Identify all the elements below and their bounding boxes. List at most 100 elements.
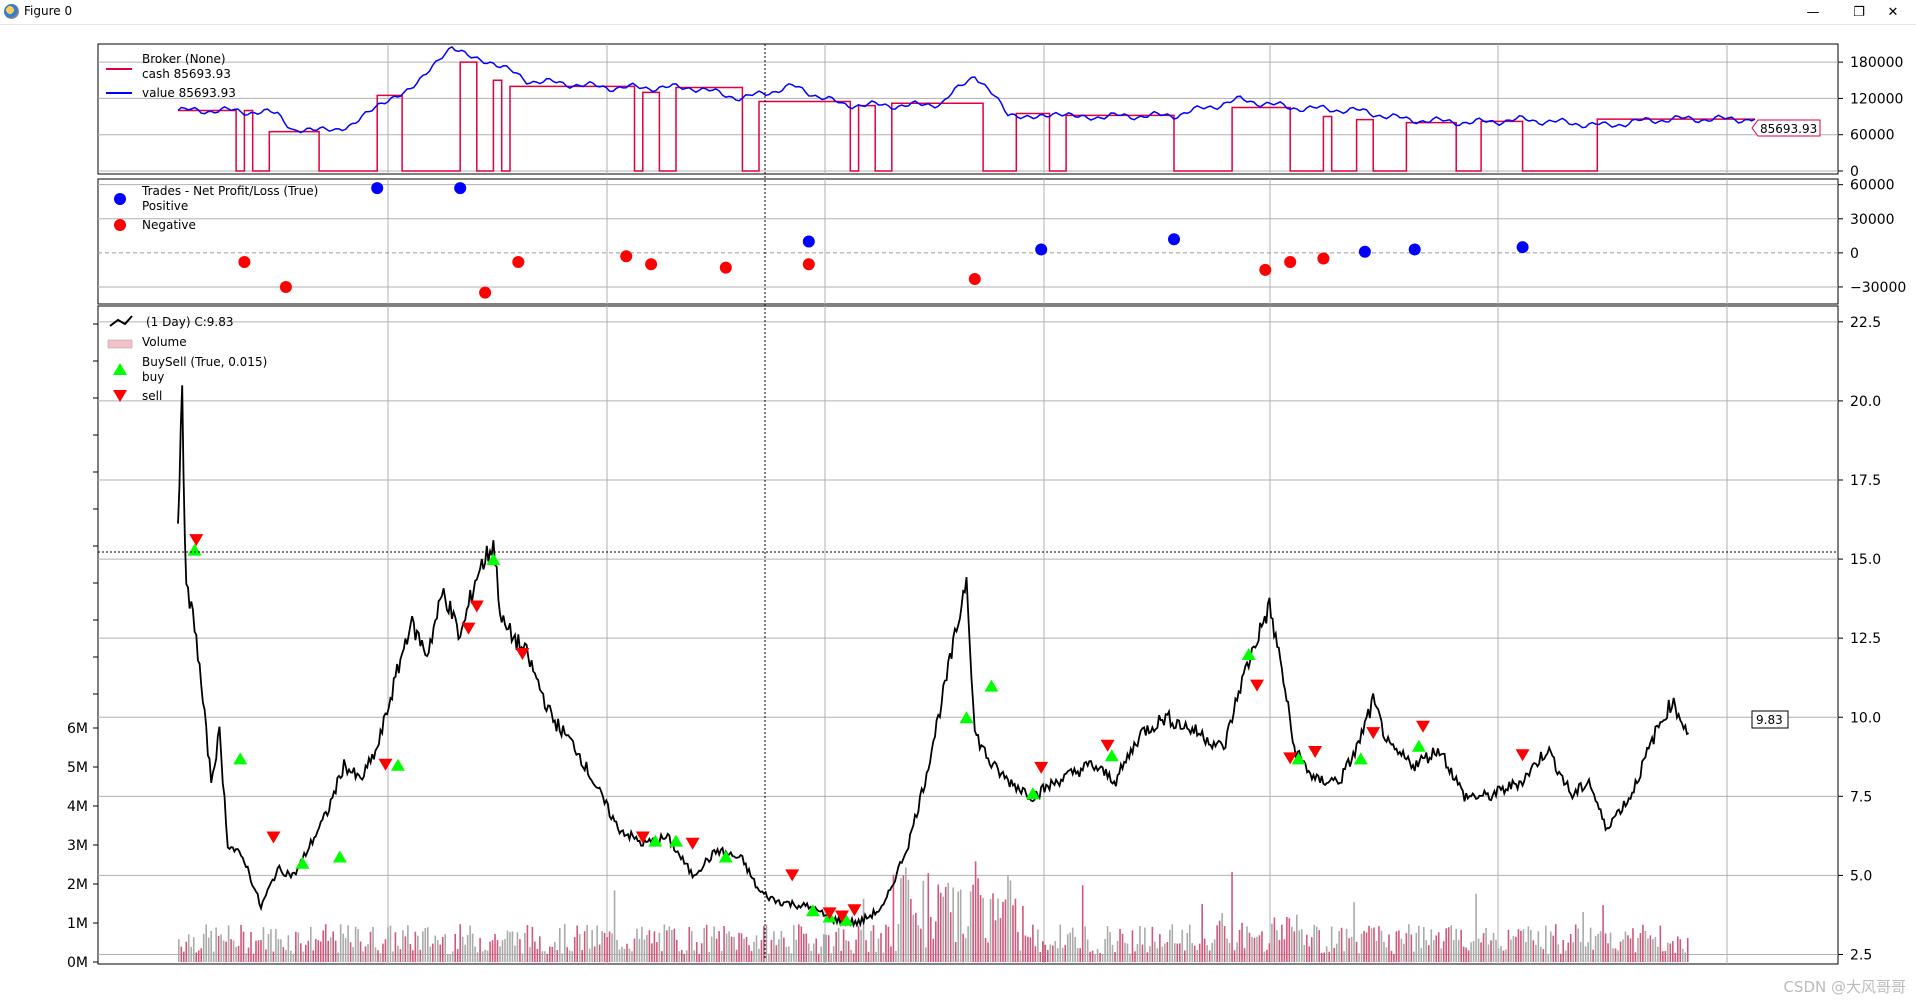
volume-bar bbox=[1268, 943, 1271, 962]
volume-bar bbox=[1266, 949, 1268, 962]
sell-marker bbox=[685, 837, 700, 850]
volume-bar bbox=[202, 933, 205, 962]
volume-bar bbox=[1465, 947, 1467, 962]
volume-bar bbox=[1584, 946, 1587, 962]
volume-bar bbox=[1248, 932, 1251, 962]
price-y-tick-label: 7.5 bbox=[1850, 789, 1872, 805]
volume-bar bbox=[1201, 904, 1203, 962]
volume-bar bbox=[656, 942, 658, 962]
volume-bar bbox=[1467, 950, 1470, 962]
price-panel-frame bbox=[97, 305, 1839, 965]
volume-bar bbox=[344, 938, 347, 962]
volume-bar bbox=[603, 932, 606, 962]
buy-marker bbox=[1104, 749, 1119, 762]
volume-bar bbox=[235, 946, 237, 962]
volume-bar bbox=[561, 953, 564, 962]
volume-bar bbox=[1475, 893, 1477, 962]
volume-bar bbox=[912, 914, 915, 962]
volume-bar bbox=[573, 937, 576, 962]
negative-legend-label: Negative bbox=[142, 218, 196, 232]
volume-bar bbox=[417, 935, 419, 962]
volume-bar bbox=[1051, 945, 1054, 962]
volume-bar bbox=[939, 892, 942, 962]
volume-bar bbox=[1009, 880, 1012, 962]
volume-bar bbox=[1497, 948, 1500, 962]
volume-bar bbox=[536, 948, 539, 962]
volume-bar bbox=[1542, 949, 1545, 962]
volume-bar bbox=[718, 931, 720, 962]
negative-trade-point bbox=[645, 258, 658, 271]
volume-bar bbox=[456, 948, 459, 962]
volume-bar bbox=[197, 950, 200, 962]
volume-bar bbox=[1390, 950, 1393, 962]
sell-marker bbox=[1100, 739, 1115, 752]
volume-bar bbox=[1076, 947, 1079, 962]
volume-bar bbox=[245, 953, 247, 962]
volume-bar bbox=[1472, 940, 1475, 962]
volume-bar bbox=[1582, 912, 1584, 962]
volume-bar bbox=[232, 940, 235, 962]
volume-bar bbox=[553, 942, 556, 962]
volume-bar bbox=[870, 930, 872, 962]
buy-marker bbox=[1241, 647, 1256, 660]
volume-bar bbox=[1602, 905, 1604, 962]
minimize-button[interactable]: — bbox=[1790, 0, 1836, 24]
volume-bar bbox=[1256, 936, 1258, 962]
volume-bar bbox=[962, 933, 964, 962]
volume-bar bbox=[1579, 941, 1582, 962]
volume-bar bbox=[1131, 930, 1134, 962]
volume-bar bbox=[349, 942, 352, 962]
volume-bar bbox=[1423, 927, 1425, 962]
volume-bar bbox=[1562, 940, 1565, 962]
close-button[interactable]: ✕ bbox=[1870, 0, 1916, 24]
volume-bar bbox=[541, 951, 544, 962]
volume-bar bbox=[364, 946, 367, 962]
volume-bar bbox=[466, 935, 469, 962]
volume-bar bbox=[521, 953, 524, 962]
volume-bar bbox=[1482, 933, 1485, 962]
volume-bar bbox=[832, 946, 835, 962]
volume-bar bbox=[509, 932, 511, 962]
volume-bar bbox=[661, 951, 663, 962]
volume-bar bbox=[1223, 926, 1226, 962]
volume-bar bbox=[1378, 926, 1380, 962]
volume-bar bbox=[1296, 914, 1298, 962]
volume-bar bbox=[496, 940, 499, 962]
volume-bar bbox=[1365, 932, 1368, 962]
volume-bar bbox=[1308, 946, 1311, 962]
volume-bar bbox=[354, 926, 357, 962]
volume-bar bbox=[1109, 932, 1111, 962]
volume-bar bbox=[1286, 916, 1288, 962]
volume-bar bbox=[949, 912, 952, 962]
volume-bar bbox=[591, 930, 593, 962]
volume-bar bbox=[449, 953, 452, 962]
volume-bar bbox=[1096, 948, 1099, 962]
volume-bar bbox=[399, 949, 402, 962]
volume-bar bbox=[1460, 929, 1462, 962]
volume-bar bbox=[1251, 936, 1253, 962]
volume-bar bbox=[688, 926, 691, 962]
volume-bar bbox=[402, 930, 404, 962]
volume-bar bbox=[999, 918, 1002, 962]
volume-bar bbox=[222, 940, 225, 962]
volume-bar bbox=[1627, 935, 1629, 962]
volume-bar bbox=[1121, 933, 1124, 962]
volume-bar bbox=[770, 939, 773, 962]
volume-bar bbox=[382, 943, 384, 962]
volume-bar bbox=[479, 938, 481, 962]
volume-bar bbox=[1557, 944, 1560, 962]
volume-bar bbox=[524, 932, 526, 962]
buy-marker bbox=[295, 856, 310, 869]
volume-bar bbox=[618, 949, 621, 962]
volume-bar bbox=[685, 950, 688, 962]
volume-bar bbox=[397, 945, 399, 962]
volume-bar bbox=[1320, 952, 1323, 962]
negative-trade-point bbox=[1259, 263, 1272, 276]
volume-bar bbox=[788, 946, 790, 962]
positive-trade-point bbox=[454, 182, 467, 195]
volume-bar bbox=[571, 951, 574, 962]
volume-bar bbox=[815, 938, 818, 962]
volume-bar bbox=[974, 861, 977, 962]
volume-bar bbox=[1330, 926, 1333, 962]
volume-bar bbox=[1166, 942, 1169, 962]
